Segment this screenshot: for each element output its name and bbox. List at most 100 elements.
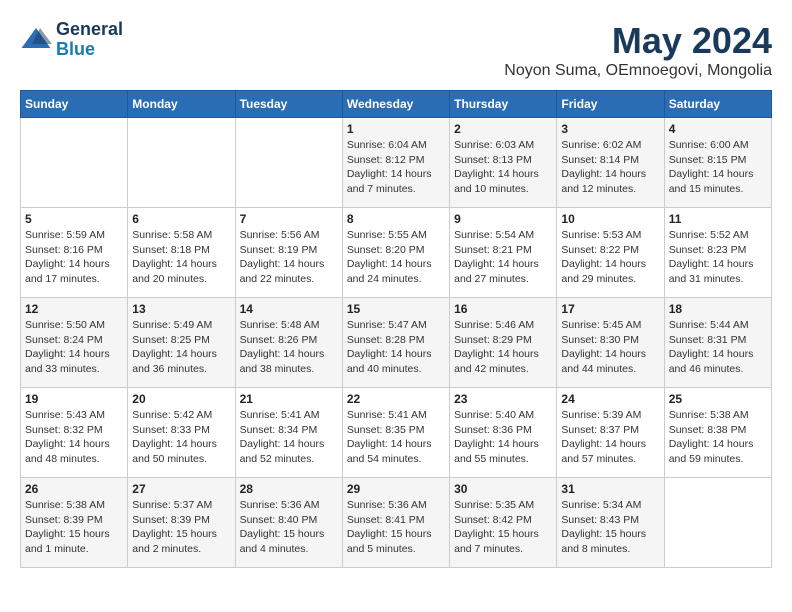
day-number: 8 [347, 212, 445, 226]
day-cell: 12 Sunrise: 5:50 AM Sunset: 8:24 PM Dayli… [21, 298, 128, 388]
title-area: May 2024 Noyon Suma, OEmnoegovi, Mongoli… [504, 20, 772, 80]
day-info: Sunrise: 5:38 AM Sunset: 8:39 PM Dayligh… [25, 498, 123, 557]
day-cell: 9Sunrise: 5:54 AM Sunset: 8:21 PM Daylig… [450, 208, 557, 298]
location-subtitle: Noyon Suma, OEmnoegovi, Mongolia [504, 62, 772, 80]
day-cell [21, 118, 128, 208]
day-info: Sunrise: 5:36 AM Sunset: 8:41 PM Dayligh… [347, 498, 445, 557]
day-number: 30 [454, 482, 552, 496]
day-cell: 15 Sunrise: 5:47 AM Sunset: 8:28 PM Dayli… [342, 298, 449, 388]
day-cell: 24Sunrise: 5:39 AM Sunset: 8:37 PM Dayli… [557, 388, 664, 478]
month-title: May 2024 [504, 20, 772, 62]
day-info: Sunrise: 5:47 AM Sunset: 8:28 PM Dayligh… [347, 318, 445, 377]
day-cell: 4 Sunrise: 6:00 AM Sunset: 8:15 PM Daylig… [664, 118, 771, 208]
day-number: 2 [454, 122, 552, 136]
day-info: Sunrise: 5:36 AM Sunset: 8:40 PM Dayligh… [240, 498, 338, 557]
day-info: Sunrise: 5:53 AM Sunset: 8:22 PM Dayligh… [561, 228, 659, 287]
day-number: 12 [25, 302, 123, 316]
day-info: Sunrise: 5:44 AM Sunset: 8:31 PM Dayligh… [669, 318, 767, 377]
day-cell: 6 Sunrise: 5:58 AM Sunset: 8:18 PM Daylig… [128, 208, 235, 298]
weekday-header-friday: Friday [557, 91, 664, 118]
day-number: 20 [132, 392, 230, 406]
day-cell: 28 Sunrise: 5:36 AM Sunset: 8:40 PM Dayli… [235, 478, 342, 568]
week-row-5: 26 Sunrise: 5:38 AM Sunset: 8:39 PM Dayli… [21, 478, 772, 568]
day-info: Sunrise: 5:55 AM Sunset: 8:20 PM Dayligh… [347, 228, 445, 287]
day-cell: 14 Sunrise: 5:48 AM Sunset: 8:26 PM Dayli… [235, 298, 342, 388]
day-cell: 19Sunrise: 5:43 AM Sunset: 8:32 PM Dayli… [21, 388, 128, 478]
day-info: Sunrise: 5:58 AM Sunset: 8:18 PM Dayligh… [132, 228, 230, 287]
weekday-header-wednesday: Wednesday [342, 91, 449, 118]
day-info: Sunrise: 5:45 AM Sunset: 8:30 PM Dayligh… [561, 318, 659, 377]
weekday-header-sunday: Sunday [21, 91, 128, 118]
weekday-header-row: SundayMondayTuesdayWednesdayThursdayFrid… [21, 91, 772, 118]
week-row-2: 5 Sunrise: 5:59 AM Sunset: 8:16 PM Daylig… [21, 208, 772, 298]
day-info: Sunrise: 5:42 AM Sunset: 8:33 PM Dayligh… [132, 408, 230, 467]
day-number: 29 [347, 482, 445, 496]
day-number: 19 [25, 392, 123, 406]
day-cell: 13 Sunrise: 5:49 AM Sunset: 8:25 PM Dayli… [128, 298, 235, 388]
day-number: 15 [347, 302, 445, 316]
day-info: Sunrise: 5:48 AM Sunset: 8:26 PM Dayligh… [240, 318, 338, 377]
day-cell: 22 Sunrise: 5:41 AM Sunset: 8:35 PM Dayli… [342, 388, 449, 478]
day-number: 22 [347, 392, 445, 406]
day-info: Sunrise: 5:49 AM Sunset: 8:25 PM Dayligh… [132, 318, 230, 377]
day-info: Sunrise: 5:41 AM Sunset: 8:35 PM Dayligh… [347, 408, 445, 467]
day-number: 26 [25, 482, 123, 496]
day-cell: 21Sunrise: 5:41 AM Sunset: 8:34 PM Dayli… [235, 388, 342, 478]
logo: General Blue [20, 20, 123, 60]
day-cell: 7 Sunrise: 5:56 AM Sunset: 8:19 PM Daylig… [235, 208, 342, 298]
day-info: Sunrise: 6:03 AM Sunset: 8:13 PM Dayligh… [454, 138, 552, 197]
weekday-header-monday: Monday [128, 91, 235, 118]
day-info: Sunrise: 6:00 AM Sunset: 8:15 PM Dayligh… [669, 138, 767, 197]
day-info: Sunrise: 5:34 AM Sunset: 8:43 PM Dayligh… [561, 498, 659, 557]
weekday-header-saturday: Saturday [664, 91, 771, 118]
day-info: Sunrise: 5:38 AM Sunset: 8:38 PM Dayligh… [669, 408, 767, 467]
day-cell [128, 118, 235, 208]
day-number: 14 [240, 302, 338, 316]
logo-line1: General [56, 20, 123, 40]
day-cell: 26 Sunrise: 5:38 AM Sunset: 8:39 PM Dayli… [21, 478, 128, 568]
day-info: Sunrise: 5:59 AM Sunset: 8:16 PM Dayligh… [25, 228, 123, 287]
day-number: 11 [669, 212, 767, 226]
day-number: 9 [454, 212, 552, 226]
day-cell: 27Sunrise: 5:37 AM Sunset: 8:39 PM Dayli… [128, 478, 235, 568]
weekday-header-tuesday: Tuesday [235, 91, 342, 118]
week-row-1: 1 Sunrise: 6:04 AM Sunset: 8:12 PM Daylig… [21, 118, 772, 208]
day-cell: 23Sunrise: 5:40 AM Sunset: 8:36 PM Dayli… [450, 388, 557, 478]
day-cell: 30 Sunrise: 5:35 AM Sunset: 8:42 PM Dayli… [450, 478, 557, 568]
day-info: Sunrise: 6:02 AM Sunset: 8:14 PM Dayligh… [561, 138, 659, 197]
day-number: 5 [25, 212, 123, 226]
day-number: 6 [132, 212, 230, 226]
day-cell: 31Sunrise: 5:34 AM Sunset: 8:43 PM Dayli… [557, 478, 664, 568]
week-row-3: 12 Sunrise: 5:50 AM Sunset: 8:24 PM Dayli… [21, 298, 772, 388]
day-info: Sunrise: 5:41 AM Sunset: 8:34 PM Dayligh… [240, 408, 338, 467]
day-cell [235, 118, 342, 208]
day-number: 18 [669, 302, 767, 316]
day-info: Sunrise: 5:46 AM Sunset: 8:29 PM Dayligh… [454, 318, 552, 377]
day-number: 25 [669, 392, 767, 406]
day-number: 10 [561, 212, 659, 226]
day-cell [664, 478, 771, 568]
page-header: General Blue May 2024 Noyon Suma, OEmnoe… [20, 20, 772, 80]
logo-line2: Blue [56, 40, 123, 60]
day-info: Sunrise: 5:35 AM Sunset: 8:42 PM Dayligh… [454, 498, 552, 557]
day-number: 7 [240, 212, 338, 226]
day-number: 1 [347, 122, 445, 136]
day-number: 4 [669, 122, 767, 136]
day-cell: 10 Sunrise: 5:53 AM Sunset: 8:22 PM Dayli… [557, 208, 664, 298]
day-info: Sunrise: 5:39 AM Sunset: 8:37 PM Dayligh… [561, 408, 659, 467]
day-number: 23 [454, 392, 552, 406]
day-number: 13 [132, 302, 230, 316]
calendar-table: SundayMondayTuesdayWednesdayThursdayFrid… [20, 90, 772, 568]
day-cell: 29 Sunrise: 5:36 AM Sunset: 8:41 PM Dayli… [342, 478, 449, 568]
day-info: Sunrise: 5:37 AM Sunset: 8:39 PM Dayligh… [132, 498, 230, 557]
day-number: 3 [561, 122, 659, 136]
day-cell: 5 Sunrise: 5:59 AM Sunset: 8:16 PM Daylig… [21, 208, 128, 298]
week-row-4: 19Sunrise: 5:43 AM Sunset: 8:32 PM Dayli… [21, 388, 772, 478]
day-cell: 11Sunrise: 5:52 AM Sunset: 8:23 PM Dayli… [664, 208, 771, 298]
day-number: 28 [240, 482, 338, 496]
day-info: Sunrise: 6:04 AM Sunset: 8:12 PM Dayligh… [347, 138, 445, 197]
day-info: Sunrise: 5:56 AM Sunset: 8:19 PM Dayligh… [240, 228, 338, 287]
day-cell: 1 Sunrise: 6:04 AM Sunset: 8:12 PM Daylig… [342, 118, 449, 208]
day-cell: 2 Sunrise: 6:03 AM Sunset: 8:13 PM Daylig… [450, 118, 557, 208]
day-info: Sunrise: 5:50 AM Sunset: 8:24 PM Dayligh… [25, 318, 123, 377]
